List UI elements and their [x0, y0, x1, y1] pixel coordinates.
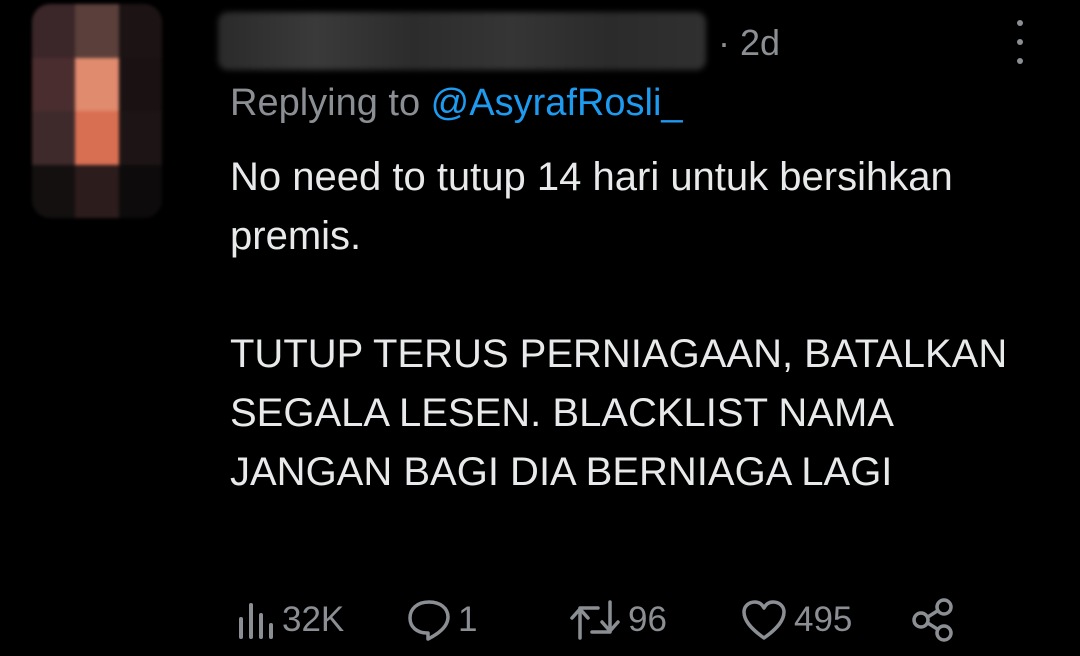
reply-icon: [408, 600, 450, 641]
tweet-timestamp[interactable]: · 2d: [718, 22, 780, 64]
more-vertical-icon[interactable]: [1008, 20, 1032, 64]
analytics-icon: [239, 603, 273, 639]
retweet-button[interactable]: 96: [568, 592, 667, 648]
tweet-action-bar: 32K 1 96 495: [236, 592, 966, 648]
like-count: 495: [794, 600, 853, 639]
tweet-paragraph: No need to tutup 14 hari untuk bersihkan…: [230, 155, 953, 258]
retweet-icon: [570, 600, 620, 640]
heart-icon: [742, 600, 786, 640]
share-icon: [912, 598, 953, 642]
display-name-redacted[interactable]: [218, 12, 706, 70]
tweet-paragraph: TUTUP TERUS PERNIAGAAN, BATALKAN SEGALA …: [230, 332, 1008, 494]
avatar-pixelated[interactable]: [32, 4, 162, 218]
reply-button[interactable]: 1: [406, 592, 477, 648]
views-button[interactable]: 32K: [236, 592, 344, 648]
replying-to-handle-link[interactable]: @AsyrafRosli_: [431, 82, 683, 124]
tweet-body: No need to tutup 14 hari untuk bersihkan…: [230, 148, 1060, 502]
replying-to-line: Replying to @AsyrafRosli_: [230, 82, 683, 125]
retweet-count: 96: [628, 600, 667, 639]
like-button[interactable]: 495: [740, 592, 852, 648]
views-count: 32K: [282, 600, 345, 639]
reply-count: 1: [458, 600, 478, 639]
share-button[interactable]: [908, 592, 956, 648]
replying-to-prefix: Replying to: [230, 82, 431, 124]
